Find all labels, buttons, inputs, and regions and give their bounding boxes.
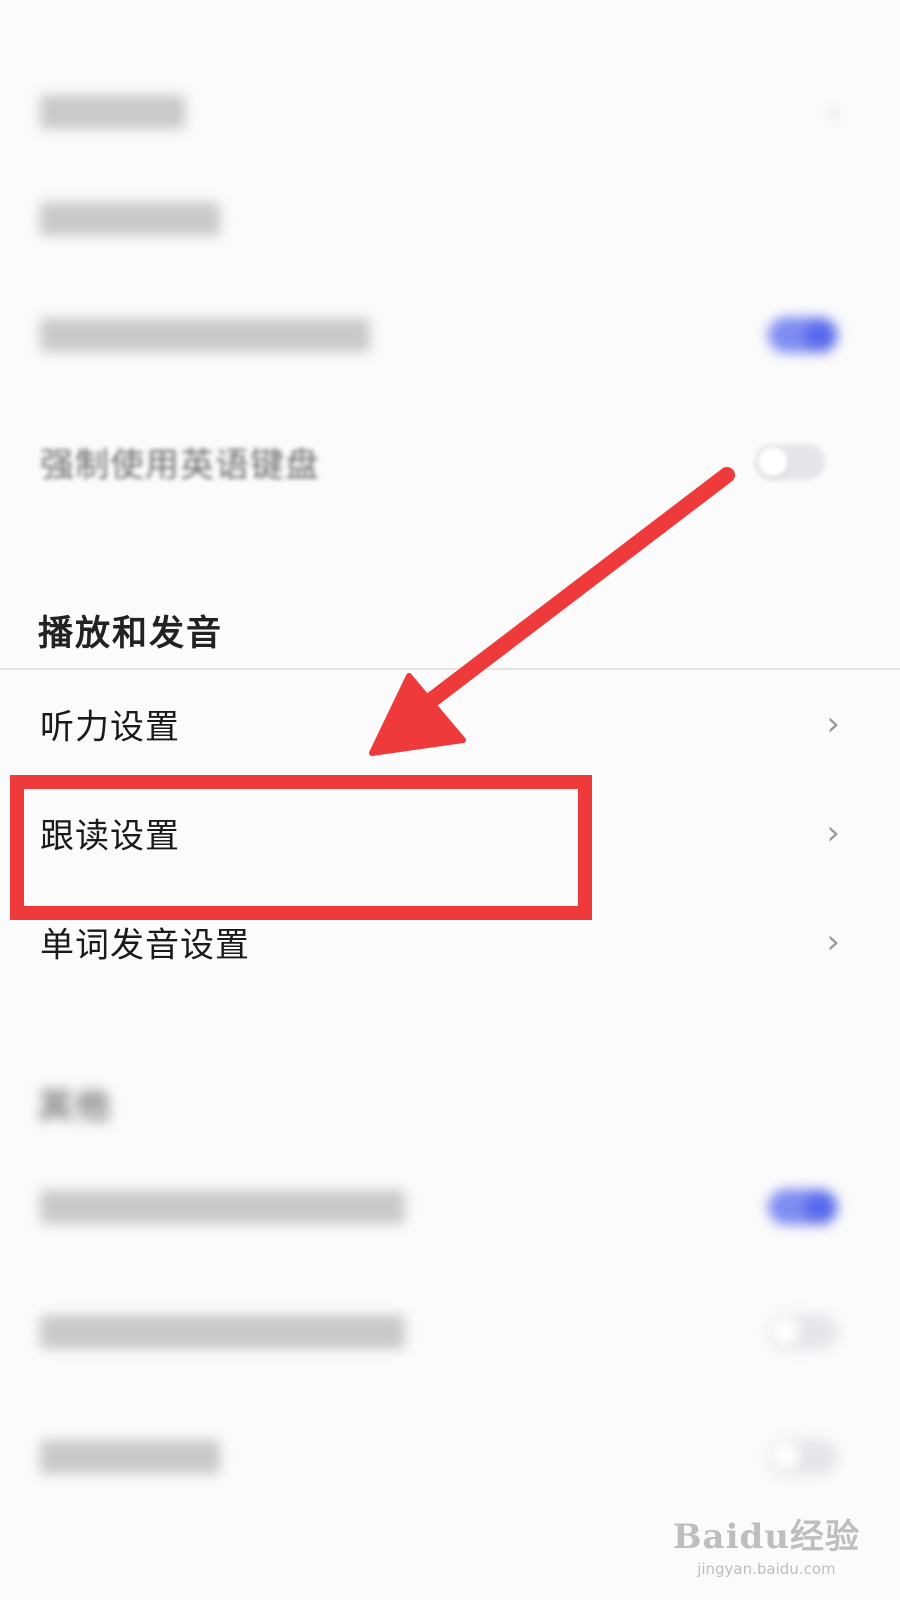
settings-row-blurred-3[interactable] [0, 283, 900, 387]
toggle-switch[interactable] [768, 1189, 838, 1225]
settings-screen: › 强制使用英语键盘 播放和发音 听力设置 › 跟读设置 › 单词发音设置 › … [0, 0, 900, 1600]
settings-row-label [40, 202, 220, 236]
section-divider [0, 668, 900, 670]
watermark-logo: Baidu经验 [672, 1517, 860, 1557]
settings-row-english-keyboard[interactable]: 强制使用英语键盘 [0, 410, 900, 514]
toggle-switch[interactable] [768, 1439, 838, 1475]
settings-row-blurred-1[interactable]: › [0, 60, 900, 164]
settings-row-blurred-4[interactable] [0, 1155, 900, 1259]
toggle-switch[interactable] [768, 317, 838, 353]
section-title-playback: 播放和发音 [38, 614, 224, 654]
toggle-knob [805, 320, 835, 350]
settings-row-blurred-2[interactable] [0, 167, 900, 271]
toggle-knob [771, 1317, 801, 1347]
chevron-right-icon: › [826, 92, 840, 132]
settings-row-label [40, 318, 370, 352]
annotation-highlight-box [10, 775, 592, 920]
toggle-switch[interactable] [768, 1314, 838, 1350]
toggle-knob [758, 447, 788, 477]
settings-row-label: 强制使用英语键盘 [40, 445, 320, 486]
toggle-knob [771, 1442, 801, 1472]
settings-row-listening[interactable]: 听力设置 › [0, 672, 900, 776]
section-title-other: 其他 [38, 1087, 113, 1127]
settings-row-label [40, 1440, 220, 1474]
settings-row-blurred-6[interactable] [0, 1405, 900, 1509]
chevron-right-icon: › [826, 813, 840, 853]
settings-row-label [40, 1315, 405, 1349]
toggle-switch[interactable] [755, 444, 825, 480]
settings-row-label [40, 95, 185, 129]
settings-row-blurred-5[interactable] [0, 1280, 900, 1384]
settings-row-label: 单词发音设置 [40, 925, 250, 966]
watermark: Baidu经验 jingyan.baidu.com [673, 1509, 860, 1578]
settings-row-label [40, 1190, 405, 1224]
settings-row-label: 听力设置 [40, 707, 180, 748]
watermark-url: jingyan.baidu.com [697, 1560, 836, 1578]
chevron-right-icon: › [826, 704, 840, 744]
toggle-knob [805, 1192, 835, 1222]
chevron-right-icon: › [826, 922, 840, 962]
